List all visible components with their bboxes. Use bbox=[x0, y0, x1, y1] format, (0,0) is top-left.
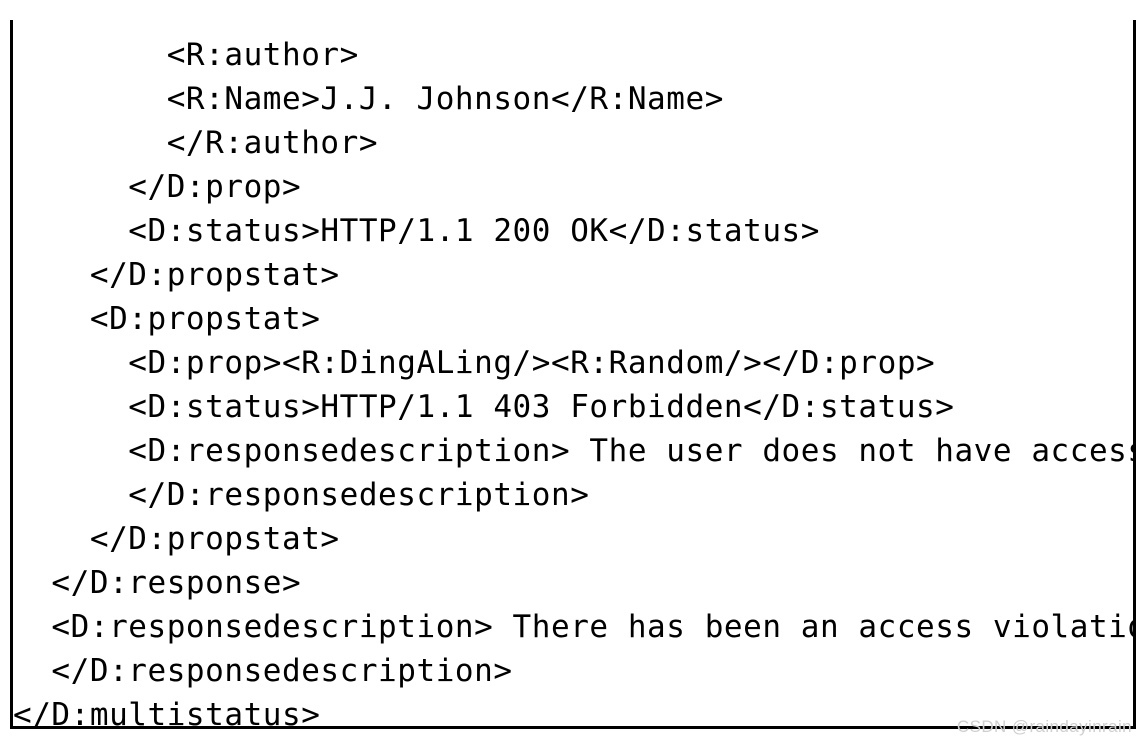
code-line: <D:responsedescription> There has been a… bbox=[51, 609, 1133, 645]
code-line: </D:responsedescription> bbox=[13, 653, 513, 689]
code-line: </D:prop> bbox=[13, 169, 302, 205]
code-line: <D:prop><R:DingALing/><R:Random/></D:pro… bbox=[13, 345, 936, 381]
csdn-watermark: CSDN @raindayinrain bbox=[956, 717, 1132, 736]
code-line: </R:author> bbox=[13, 125, 379, 161]
code-line: <D:propstat> bbox=[13, 301, 321, 337]
frame-right-rule bbox=[1133, 20, 1136, 729]
code-line: </D:propstat> bbox=[13, 257, 340, 293]
code-line: <R:Name>J.J. Johnson</R:Name> bbox=[13, 81, 724, 117]
code-line: <D:responsedescription> The user does no… bbox=[128, 433, 1133, 469]
code-figure: <R:author> <R:Name>J.J. Johnson</R:Name>… bbox=[0, 0, 1146, 746]
code-line: <D:status>HTTP/1.1 403 Forbidden</D:stat… bbox=[13, 389, 955, 425]
code-line: <D:status>HTTP/1.1 200 OK</D:status> bbox=[13, 213, 820, 249]
code-line: </D:responsedescription> bbox=[13, 477, 590, 513]
code-block: <R:author> <R:Name>J.J. Johnson</R:Name>… bbox=[13, 33, 1133, 726]
code-viewport: <R:author> <R:Name>J.J. Johnson</R:Name>… bbox=[13, 20, 1133, 726]
code-line: <R:author> bbox=[13, 37, 359, 73]
code-line: </D:response> bbox=[13, 565, 302, 601]
code-line: </D:propstat> bbox=[13, 521, 340, 557]
